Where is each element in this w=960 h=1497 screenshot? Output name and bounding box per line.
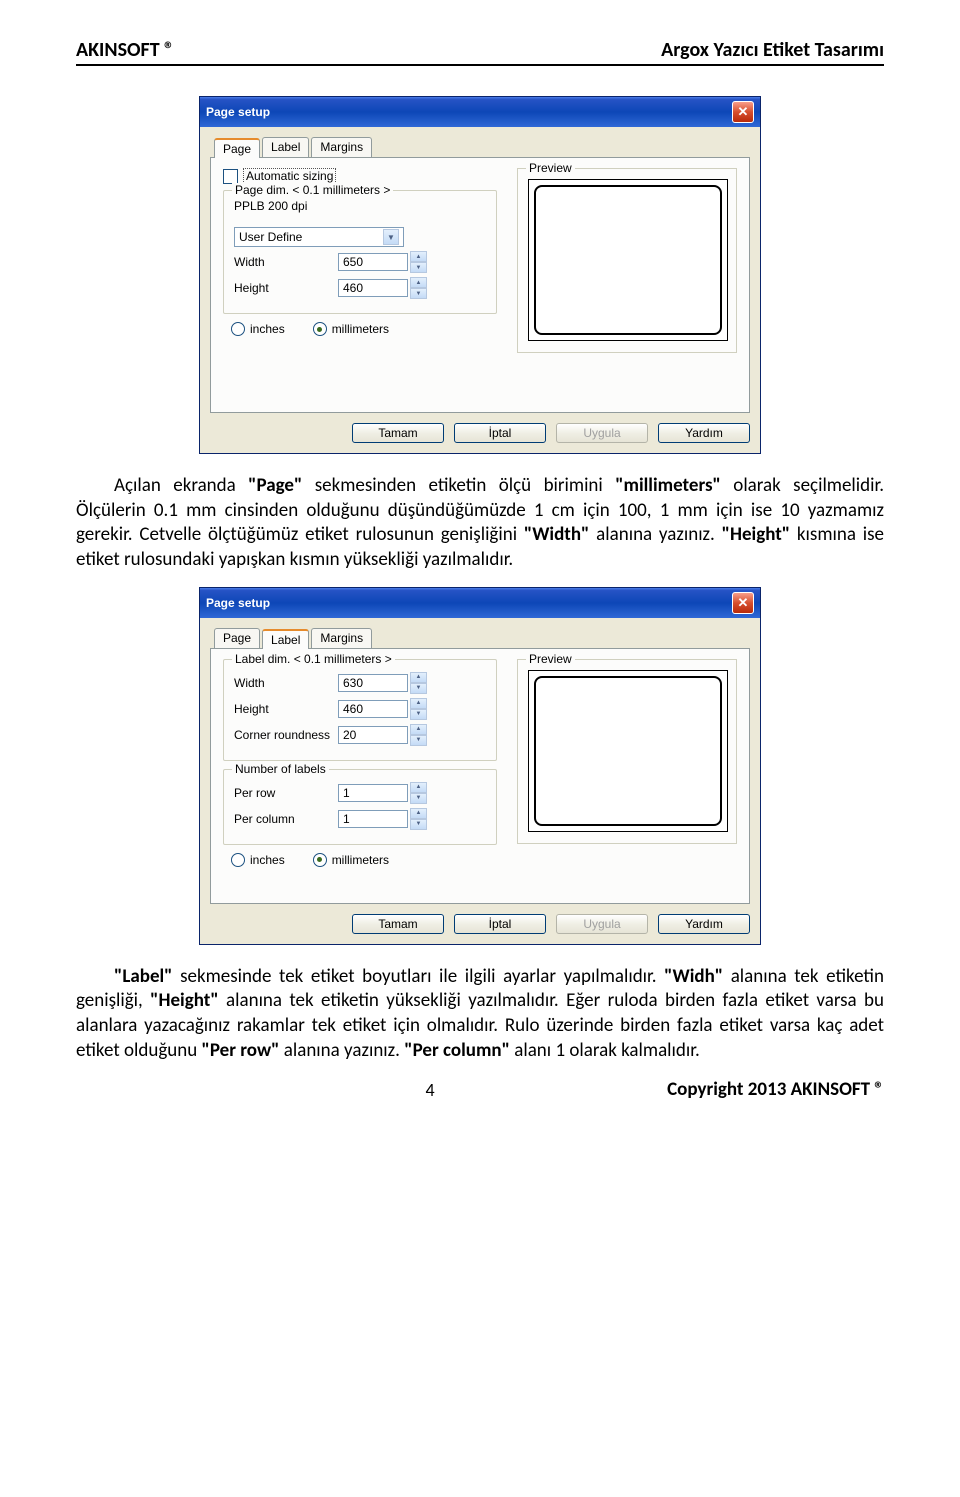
- copyright: Copyright 2013 AKINSOFT ®: [584, 1078, 884, 1101]
- help-button[interactable]: Yardım: [658, 423, 750, 443]
- page-setup-dialog-1: Page setup ✕ Page Label Margins Automati…: [199, 96, 761, 454]
- spin-up[interactable]: ▲: [410, 698, 427, 709]
- number-of-labels-group: Number of labels Per row 1 ▲▼ Per column…: [223, 769, 497, 845]
- paragraph-1: Açılan ekranda "Page" sekmesinden etiket…: [76, 474, 884, 573]
- label-width-input[interactable]: 630: [338, 674, 408, 692]
- corner-roundness-input[interactable]: 20: [338, 726, 408, 744]
- cancel-button[interactable]: İptal: [454, 423, 546, 443]
- apply-button[interactable]: Uygula: [556, 423, 648, 443]
- spin-down[interactable]: ▼: [410, 709, 427, 720]
- per-row-label: Per row: [234, 786, 338, 800]
- height-label: Height: [234, 702, 338, 716]
- preview-shape: [534, 185, 722, 335]
- spin-down[interactable]: ▼: [410, 793, 427, 804]
- preview-title: Preview: [526, 652, 575, 666]
- paper-size-select[interactable]: User Define ▼: [234, 227, 404, 247]
- page-footer: 4 Copyright 2013 AKINSOFT ®: [76, 1078, 884, 1101]
- tab-label[interactable]: Label: [262, 137, 309, 157]
- tab-row: Page Label Margins: [214, 628, 750, 648]
- cancel-button[interactable]: İptal: [454, 914, 546, 934]
- close-icon[interactable]: ✕: [732, 101, 754, 123]
- width-label: Width: [234, 255, 338, 269]
- width-spin-down[interactable]: ▼: [410, 262, 427, 273]
- millimeters-radio[interactable]: [313, 322, 327, 336]
- spin-down[interactable]: ▼: [410, 819, 427, 830]
- spin-down[interactable]: ▼: [410, 683, 427, 694]
- help-button[interactable]: Yardım: [658, 914, 750, 934]
- dialog-title: Page setup: [206, 105, 270, 119]
- millimeters-radio-label: millimeters: [332, 853, 389, 867]
- inches-radio[interactable]: [231, 853, 245, 867]
- spin-up[interactable]: ▲: [410, 672, 427, 683]
- automatic-sizing-label: Automatic sizing: [243, 168, 336, 184]
- tab-page[interactable]: Page: [214, 138, 260, 158]
- apply-button[interactable]: Uygula: [556, 914, 648, 934]
- tab-label[interactable]: Label: [262, 629, 309, 649]
- spin-up[interactable]: ▲: [410, 808, 427, 819]
- preview-canvas: [528, 179, 728, 341]
- page-dim-group-title: Page dim. < 0.1 millimeters >: [232, 183, 393, 197]
- number-of-labels-title: Number of labels: [232, 762, 329, 776]
- page-dim-group: Page dim. < 0.1 millimeters > PPLB 200 d…: [223, 190, 497, 314]
- tab-row: Page Label Margins: [214, 137, 750, 157]
- height-spin-up[interactable]: ▲: [410, 277, 427, 288]
- inches-radio-label: inches: [250, 853, 285, 867]
- inches-radio[interactable]: [231, 322, 245, 336]
- per-column-label: Per column: [234, 812, 338, 826]
- height-input[interactable]: 460: [338, 279, 408, 297]
- tab-margins[interactable]: Margins: [311, 137, 372, 157]
- label-height-input[interactable]: 460: [338, 700, 408, 718]
- dialog-titlebar[interactable]: Page setup ✕: [200, 97, 760, 127]
- corner-roundness-label: Corner roundness: [234, 728, 338, 742]
- page-header: AKINSOFT ® Argox Yazıcı Etiket Tasarımı: [76, 38, 884, 66]
- preview-group: Preview: [517, 168, 737, 353]
- page-number: 4: [276, 1079, 584, 1101]
- header-left: AKINSOFT ®: [76, 38, 174, 62]
- tab-margins[interactable]: Margins: [311, 628, 372, 648]
- dialog-title: Page setup: [206, 596, 270, 610]
- per-column-input[interactable]: 1: [338, 810, 408, 828]
- chevron-down-icon: ▼: [383, 229, 399, 245]
- dialog-titlebar[interactable]: Page setup ✕: [200, 588, 760, 618]
- preview-shape: [534, 676, 722, 826]
- height-spin-down[interactable]: ▼: [410, 288, 427, 299]
- header-right: Argox Yazıcı Etiket Tasarımı: [661, 38, 884, 62]
- automatic-sizing-checkbox[interactable]: [223, 169, 238, 184]
- width-spin-up[interactable]: ▲: [410, 251, 427, 262]
- page-setup-dialog-2: Page setup ✕ Page Label Margins Label di…: [199, 587, 761, 945]
- paper-size-value: User Define: [239, 230, 302, 244]
- spin-up[interactable]: ▲: [410, 782, 427, 793]
- tab-page[interactable]: Page: [214, 628, 260, 648]
- ok-button[interactable]: Tamam: [352, 423, 444, 443]
- width-label: Width: [234, 676, 338, 690]
- spin-down[interactable]: ▼: [410, 735, 427, 746]
- label-dim-group-title: Label dim. < 0.1 millimeters >: [232, 652, 395, 666]
- preview-title: Preview: [526, 161, 575, 175]
- spin-up[interactable]: ▲: [410, 724, 427, 735]
- per-row-input[interactable]: 1: [338, 784, 408, 802]
- inches-radio-label: inches: [250, 322, 285, 336]
- height-label: Height: [234, 281, 338, 295]
- ok-button[interactable]: Tamam: [352, 914, 444, 934]
- paragraph-2: "Label" sekmesinde tek etiket boyutları …: [76, 965, 884, 1064]
- preview-canvas: [528, 670, 728, 832]
- close-icon[interactable]: ✕: [732, 592, 754, 614]
- preview-group: Preview: [517, 659, 737, 844]
- millimeters-radio[interactable]: [313, 853, 327, 867]
- resolution-label: PPLB 200 dpi: [234, 199, 486, 213]
- millimeters-radio-label: millimeters: [332, 322, 389, 336]
- label-dim-group: Label dim. < 0.1 millimeters > Width 630…: [223, 659, 497, 761]
- width-input[interactable]: 650: [338, 253, 408, 271]
